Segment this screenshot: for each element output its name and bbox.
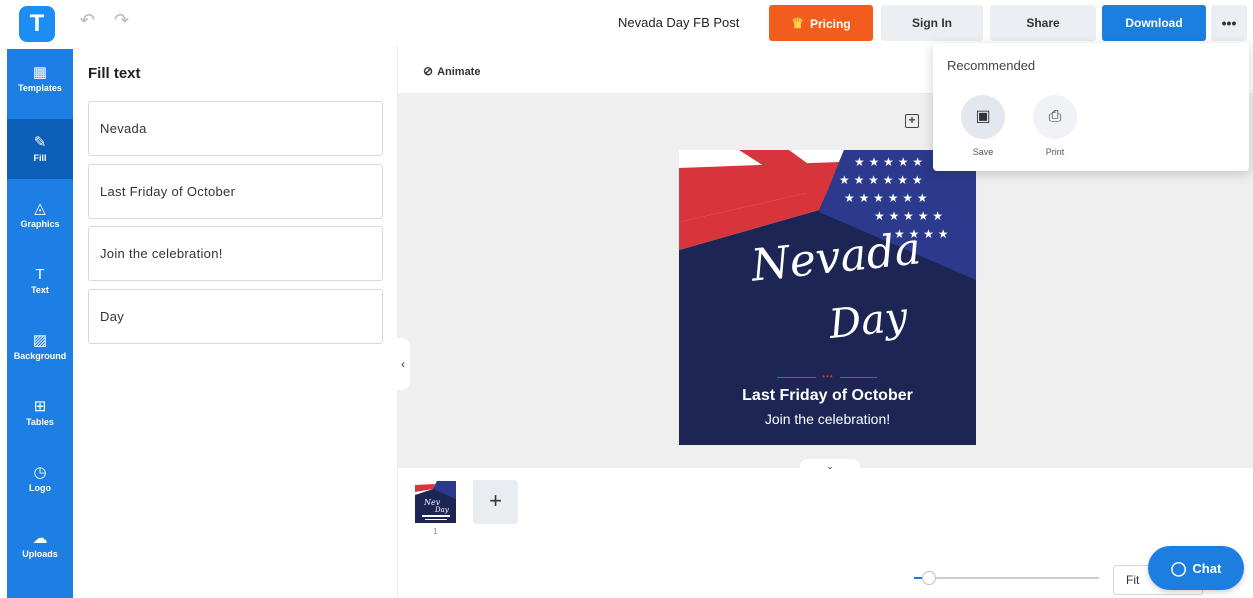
animate-icon: ⊘ xyxy=(423,64,434,78)
sidebar-item-tables[interactable]: ⊞ Tables xyxy=(7,383,73,443)
page-thumbnail[interactable]: Nev Day xyxy=(415,481,456,523)
cloud-upload-icon: ☁ xyxy=(32,530,48,547)
expand-pages-chevron-down-icon[interactable]: ⌄ xyxy=(800,459,860,473)
poster-dots: ••• xyxy=(816,373,840,381)
zoom-slider-handle[interactable] xyxy=(922,571,936,585)
animate-button[interactable]: ⊘ Animate xyxy=(423,64,480,78)
background-icon: ▨ xyxy=(32,332,48,349)
sidebar-item-label: Fill xyxy=(33,153,47,163)
save-icon: ▣ xyxy=(961,95,1005,139)
table-icon: ⊞ xyxy=(33,398,47,415)
svg-text:★ ★ ★ ★ ★ ★: ★ ★ ★ ★ ★ ★ xyxy=(844,191,928,205)
document-title[interactable]: Nevada Day FB Post xyxy=(618,15,739,30)
sidebar-item-label: Background xyxy=(13,351,67,361)
print-option[interactable]: ⎙ Print xyxy=(1033,95,1077,157)
zoom-slider-track[interactable] xyxy=(914,577,1099,579)
fill-text-field[interactable]: Day xyxy=(88,289,383,344)
poster-script-day[interactable]: Day xyxy=(827,294,910,348)
poster-subline[interactable]: Join the celebration! xyxy=(679,411,976,427)
sidebar-item-fill[interactable]: ✎ Fill xyxy=(7,119,73,179)
page-number: 1 xyxy=(433,527,438,536)
sidebar-item-label: Text xyxy=(31,285,49,295)
pencil-icon: ✎ xyxy=(33,134,47,151)
add-page-button[interactable]: + xyxy=(473,480,518,524)
fill-text-field[interactable]: Nevada xyxy=(88,101,383,156)
save-label: Save xyxy=(972,147,994,157)
svg-text:★ ★ ★ ★ ★ ★: ★ ★ ★ ★ ★ ★ xyxy=(839,173,923,187)
shapes-icon: ◬ xyxy=(34,200,46,217)
svg-text:★ ★ ★ ★ ★: ★ ★ ★ ★ ★ xyxy=(874,209,943,223)
more-options-button[interactable]: ••• xyxy=(1211,5,1247,41)
templates-icon: ▦ xyxy=(32,64,48,81)
sidebar-item-label: Tables xyxy=(26,417,54,427)
sidebar-item-uploads[interactable]: ☁ Uploads xyxy=(7,515,73,575)
download-dropdown: Recommended ▣ Save ⎙ Print xyxy=(933,43,1249,171)
share-button[interactable]: Share xyxy=(990,5,1096,41)
poster-headline[interactable]: Last Friday of October xyxy=(679,387,976,405)
chat-label: Chat xyxy=(1192,561,1222,576)
left-sidebar: ▦ Templates ✎ Fill ◬ Graphics T Text ▨ B… xyxy=(7,49,73,598)
sidebar-item-graphics[interactable]: ◬ Graphics xyxy=(7,185,73,245)
pricing-button[interactable]: ♛ Pricing xyxy=(769,5,873,41)
chat-icon: ◯ xyxy=(1170,560,1187,576)
sidebar-item-label: Templates xyxy=(18,83,62,93)
dropdown-title: Recommended xyxy=(947,58,1036,73)
print-label: Print xyxy=(1045,147,1065,157)
sidebar-item-label: Logo xyxy=(29,483,51,493)
app-logo[interactable]: T xyxy=(19,6,55,42)
undo-icon[interactable]: ↶ xyxy=(80,10,95,31)
svg-text:Day: Day xyxy=(434,506,450,514)
sign-in-button[interactable]: Sign In xyxy=(881,5,983,41)
sidebar-item-text[interactable]: T Text xyxy=(7,251,73,311)
sidebar-item-label: Uploads xyxy=(22,549,58,559)
sidebar-item-templates[interactable]: ▦ Templates xyxy=(7,49,73,109)
crown-icon: ♛ xyxy=(791,15,804,31)
fill-text-field[interactable]: Join the celebration! xyxy=(88,226,383,281)
collapse-panel-chevron-left-icon[interactable]: ‹ xyxy=(396,338,410,390)
fill-text-field[interactable]: Last Friday of October xyxy=(88,164,383,219)
save-option[interactable]: ▣ Save xyxy=(961,95,1005,157)
add-element-icon[interactable]: + xyxy=(905,114,919,128)
svg-text:★ ★ ★ ★ ★: ★ ★ ★ ★ ★ xyxy=(854,155,923,169)
chat-button[interactable]: ◯ Chat xyxy=(1148,546,1244,590)
text-icon: T xyxy=(35,266,45,283)
design-poster[interactable]: ★ ★ ★ ★ ★ ★ ★ ★ ★ ★ ★ ★ ★ ★ ★ ★ ★ ★ ★ ★ … xyxy=(679,150,976,445)
print-icon: ⎙ xyxy=(1033,95,1077,139)
top-bar: T ↶ ↷ Nevada Day FB Post ♛ Pricing Sign I… xyxy=(0,0,1253,46)
panel-title: Fill text xyxy=(88,65,141,82)
sidebar-item-label: Graphics xyxy=(20,219,60,229)
download-button[interactable]: Download xyxy=(1102,5,1206,41)
logo-icon: ◷ xyxy=(33,464,47,481)
redo-icon[interactable]: ↷ xyxy=(114,10,129,31)
animate-label: Animate xyxy=(437,66,481,78)
pricing-label: Pricing xyxy=(809,17,851,31)
fill-text-panel: Fill text Nevada Last Friday of October … xyxy=(73,46,398,598)
sidebar-item-background[interactable]: ▨ Background xyxy=(7,317,73,377)
sidebar-item-logo[interactable]: ◷ Logo xyxy=(7,449,73,509)
